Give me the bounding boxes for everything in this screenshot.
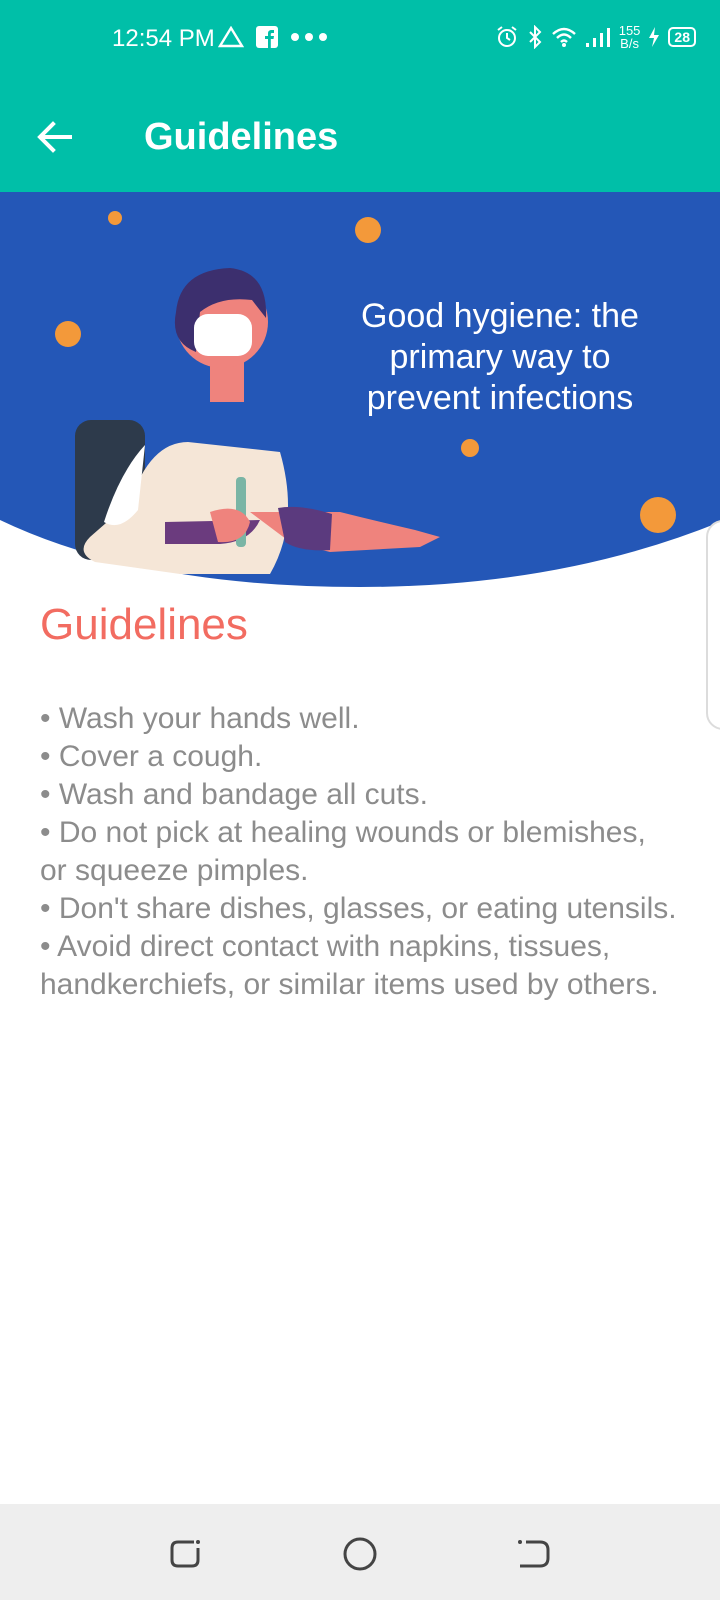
back-nav-icon [518, 1540, 550, 1568]
wifi-icon [551, 27, 576, 47]
facebook-icon [256, 26, 278, 48]
page-title: Guidelines [144, 116, 339, 158]
guidelines-list: • Wash your hands well. • Cover a cough.… [40, 702, 677, 1001]
more-notifications-icon [291, 33, 327, 41]
back-nav-button[interactable] [514, 1534, 554, 1574]
side-panel-handle[interactable] [706, 520, 720, 730]
recent-apps-icon [170, 1540, 200, 1568]
hero-banner: Good hygiene: the primary way to prevent… [0, 192, 720, 592]
status-time: 12:54 PM [112, 25, 215, 52]
bluetooth-icon [529, 25, 542, 49]
network-speed: 155 B/s [618, 23, 641, 51]
signal-icon [585, 28, 610, 47]
alarm-icon [497, 26, 517, 47]
section-title: Guidelines [40, 600, 248, 649]
home-button[interactable] [340, 1534, 380, 1574]
battery-level: 28 [668, 27, 696, 47]
arrow-left-icon [37, 121, 72, 153]
hero-caption: Good hygiene: the primary way to prevent… [361, 297, 639, 417]
back-button[interactable] [32, 114, 78, 160]
home-icon [343, 1537, 377, 1571]
recent-apps-button[interactable] [166, 1534, 206, 1574]
status-bar: 12:54 PM 155 B/s 28 [0, 0, 720, 80]
app-bar: Guidelines [0, 80, 720, 192]
charging-icon [649, 27, 660, 47]
warning-icon [218, 26, 244, 48]
system-nav-bar [0, 1504, 720, 1600]
